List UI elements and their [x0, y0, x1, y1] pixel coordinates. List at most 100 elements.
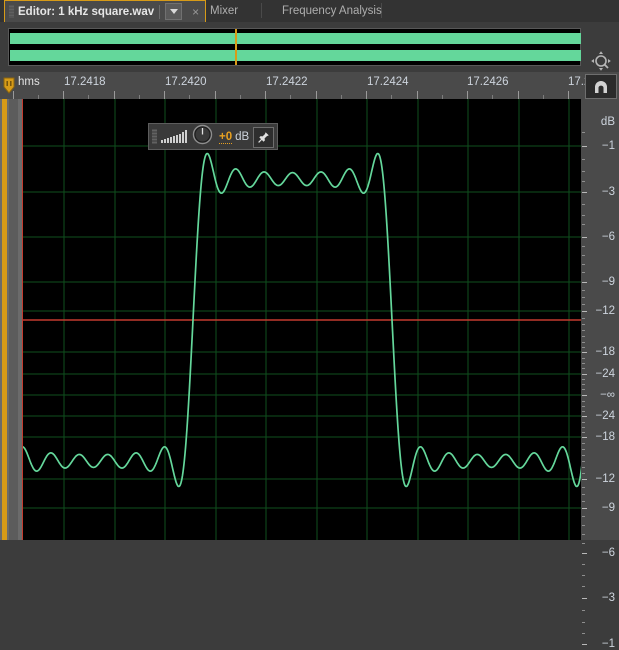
monitor-headphones-button[interactable]: [585, 74, 617, 99]
db-axis-label: −18: [595, 431, 615, 443]
waveform-canvas[interactable]: [22, 99, 582, 540]
db-axis-title: dB: [600, 116, 615, 128]
db-axis-minor-tick: [582, 427, 585, 428]
ruler-unit-label: hms: [18, 76, 40, 88]
db-axis-major-tick: [582, 192, 587, 193]
db-axis-minor-tick: [582, 297, 585, 298]
chevron-down-icon: [169, 9, 178, 14]
timeline-ruler[interactable]: 17.241817.242017.242217.242417.242617.24…: [0, 72, 619, 100]
db-axis-major-tick: [582, 237, 587, 238]
db-axis-minor-tick: [582, 304, 585, 305]
db-axis-minor-tick: [582, 411, 585, 412]
tab-drag-handle[interactable]: [9, 5, 14, 18]
ruler-major-tick: [417, 91, 418, 99]
db-axis-label: −∞: [600, 389, 615, 401]
pin-icon[interactable]: [253, 127, 274, 148]
gain-toolbar[interactable]: +0 dB: [148, 123, 278, 150]
db-axis-label: −9: [601, 502, 615, 514]
db-axis-minor-tick: [582, 215, 585, 216]
gain-unit-label: dB: [235, 130, 250, 143]
ruler-tick-label: 17.2424: [367, 76, 409, 88]
db-axis-label: −24: [595, 368, 615, 380]
gain-value[interactable]: +0: [219, 130, 233, 144]
tab-editor[interactable]: Editor: 1 kHz square.wav ×: [4, 0, 207, 22]
db-axis-minor-tick: [582, 575, 585, 576]
db-axis-minor-tick: [582, 318, 585, 319]
overview-channel-2: [10, 50, 581, 61]
db-axis-label: −12: [595, 305, 615, 317]
db-axis-label: −6: [601, 231, 615, 243]
db-axis-minor-tick: [582, 336, 585, 337]
db-axis-minor-tick: [582, 246, 585, 247]
db-axis-minor-tick: [582, 473, 585, 474]
ruler-major-tick: [316, 91, 317, 99]
db-axis-minor-tick: [582, 368, 585, 369]
db-axis-label: −9: [601, 276, 615, 288]
selection-start-marker-icon[interactable]: [2, 77, 16, 95]
selection-edge-marker[interactable]: [2, 99, 7, 540]
db-axis-minor-tick: [582, 347, 585, 348]
db-axis-minor-tick: [582, 290, 585, 291]
db-axis-label: −3: [601, 186, 615, 198]
db-axis-label: −12: [595, 473, 615, 485]
db-axis-major-tick: [582, 479, 587, 480]
db-axis-minor-tick: [582, 586, 585, 587]
db-axis-major-tick: [582, 598, 587, 599]
db-axis: dB −1 −3 −6 −9 −12 −18 −24 −∞ −24 −18 −12 −9 −6 −3 −1: [581, 99, 619, 650]
tab-frequency-analysis[interactable]: Frequency Analysis: [266, 0, 398, 21]
db-axis-major-tick: [582, 311, 587, 312]
db-axis-minor-tick: [582, 363, 585, 364]
db-axis-minor-tick: [582, 525, 585, 526]
gutter-strip: [9, 99, 18, 540]
db-axis-minor-tick: [582, 494, 585, 495]
db-axis-major-tick: [582, 374, 587, 375]
ruler-tick-label: 17.2420: [165, 76, 207, 88]
db-axis-label: −1: [601, 638, 615, 650]
tab-dropdown-button[interactable]: [165, 3, 183, 20]
db-axis-minor-tick: [582, 467, 585, 468]
db-axis-minor-tick: [582, 132, 585, 133]
db-axis-minor-tick: [582, 159, 585, 160]
db-axis-minor-tick: [582, 610, 585, 611]
zoom-navigator-icon[interactable]: [588, 48, 614, 74]
db-axis-label: −24: [595, 410, 615, 422]
ruler-major-tick: [467, 91, 468, 99]
db-axis-minor-tick: [582, 224, 585, 225]
db-axis-minor-tick: [582, 487, 585, 488]
ruler-major-tick: [265, 91, 266, 99]
db-axis-minor-tick: [582, 543, 585, 544]
db-axis-label: −6: [601, 547, 615, 559]
db-axis-minor-tick: [582, 330, 585, 331]
waveform-overview[interactable]: [8, 28, 581, 66]
db-axis-minor-tick: [582, 272, 585, 273]
db-axis-major-tick: [582, 352, 587, 353]
db-axis-minor-tick: [582, 358, 585, 359]
ruler-major-tick: [114, 91, 115, 99]
db-axis-minor-tick: [582, 406, 585, 407]
db-axis-major-tick: [582, 644, 587, 645]
db-axis-major-tick: [582, 508, 587, 509]
ruler-major-tick: [164, 91, 165, 99]
db-axis-minor-tick: [582, 401, 585, 402]
db-axis-minor-tick: [582, 342, 585, 343]
toolbar-drag-handle[interactable]: [152, 129, 157, 144]
db-axis-minor-tick: [582, 501, 585, 502]
ruler-major-tick: [518, 91, 519, 99]
ruler-track[interactable]: 17.241817.242017.242217.242417.242617.24…: [0, 72, 610, 99]
db-axis-minor-tick: [582, 324, 585, 325]
db-axis-minor-tick: [582, 389, 585, 390]
db-axis-minor-tick: [582, 633, 585, 634]
ruler-major-tick: [568, 91, 569, 99]
db-axis-minor-tick: [582, 516, 585, 517]
tab-mixer[interactable]: Mixer: [194, 0, 254, 21]
db-axis-minor-tick: [582, 422, 585, 423]
level-meter-icon: [161, 130, 187, 143]
db-axis-major-tick: [582, 437, 587, 438]
tab-mixer-label: Mixer: [210, 4, 239, 17]
overview-playhead[interactable]: [235, 29, 237, 65]
db-axis-label: −18: [595, 346, 615, 358]
gain-knob[interactable]: [192, 124, 213, 150]
db-axis-minor-tick: [582, 449, 585, 450]
ruler-tick-label: 17.2418: [64, 76, 106, 88]
db-axis-minor-tick: [582, 461, 585, 462]
